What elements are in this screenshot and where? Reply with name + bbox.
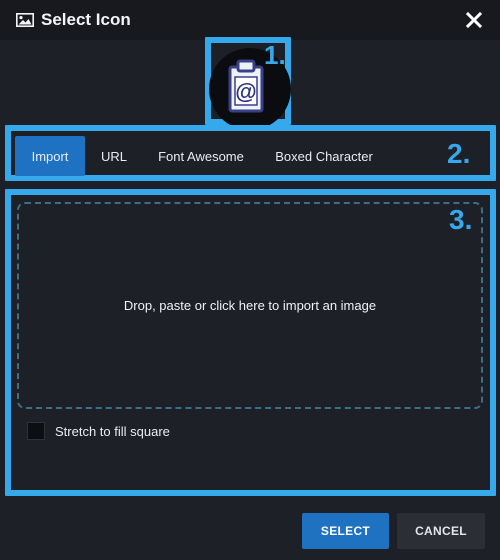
image-icon: [16, 13, 34, 27]
cancel-button[interactable]: CANCEL: [397, 513, 485, 549]
stretch-label: Stretch to fill square: [55, 424, 170, 439]
dialog-titlebar: Select Icon: [0, 0, 500, 40]
dialog-title: Select Icon: [41, 10, 131, 29]
annotation-label-2: 2.: [447, 138, 471, 169]
tab-import[interactable]: Import: [15, 136, 85, 176]
image-dropzone[interactable]: Drop, paste or click here to import an i…: [17, 202, 483, 409]
tab-font-awesome[interactable]: Font Awesome: [147, 136, 255, 176]
preview-symbol: @: [235, 79, 256, 104]
annotation-label-3: 3.: [449, 204, 473, 235]
close-icon[interactable]: [466, 12, 482, 28]
tab-url[interactable]: URL: [91, 136, 137, 176]
tab-boxed-character[interactable]: Boxed Character: [266, 136, 382, 176]
dropzone-text: Drop, paste or click here to import an i…: [123, 298, 377, 313]
stretch-checkbox[interactable]: [27, 422, 45, 440]
select-button[interactable]: SELECT: [302, 513, 389, 549]
annotation-label-1: 1.: [264, 40, 286, 70]
clipboard-at-icon: @: [228, 59, 264, 113]
